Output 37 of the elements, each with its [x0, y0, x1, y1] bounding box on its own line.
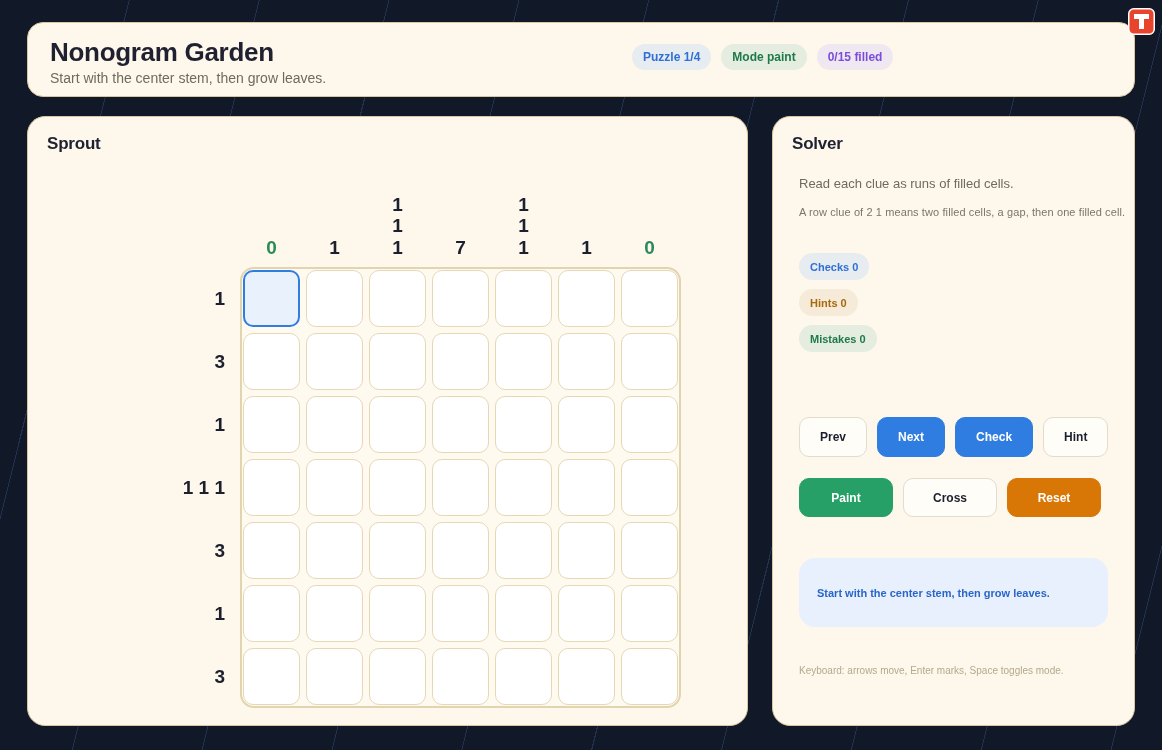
action-button[interactable]: Next	[877, 417, 946, 457]
logo-icon	[1128, 8, 1155, 35]
column-clue: 0	[266, 236, 277, 258]
row-clue: 1	[214, 287, 225, 310]
mode-button[interactable]: Paint	[799, 478, 893, 517]
column-clue: 1 1 1	[518, 193, 529, 258]
stat-badge: Mistakes 0	[799, 325, 877, 352]
column-clue: 1 1 1	[392, 193, 403, 258]
row-clue: 3	[214, 539, 225, 562]
status-badge: Puzzle 1/4	[632, 43, 712, 70]
stat-badge: Hints 0	[799, 289, 858, 316]
row-clue: 3	[214, 350, 225, 373]
app-subtitle: Start with the center stem, then grow leaves.	[50, 68, 328, 87]
reset-button[interactable]: Reset	[1007, 478, 1101, 517]
mode-button[interactable]: Cross	[903, 478, 997, 517]
column-clue: 1	[581, 236, 592, 258]
intro-text: Read each clue as runs of filled cells.	[799, 176, 1015, 192]
explanation-text: A row clue of 2 1 means two filled cells, a gap, then one filled cell.	[799, 205, 1126, 219]
hint-message: Start with the center stem, then grow leaves.	[799, 558, 1108, 627]
stat-badge: Checks 0	[799, 253, 870, 280]
row-clue: 1 1 1	[182, 476, 225, 499]
action-button[interactable]: Prev	[799, 417, 868, 457]
app-title: Nonogram Garden	[50, 36, 275, 67]
status-badge: 0/15 filled	[816, 43, 894, 70]
row-clue: 3	[214, 665, 225, 688]
row-clue: 1	[214, 413, 225, 436]
keyboard-hint: Keyboard: arrows move, Enter marks, Space toggles mode.	[799, 665, 1065, 676]
grid-cell[interactable]	[243, 270, 300, 327]
column-clue: 0	[644, 236, 655, 258]
column-clue: 1	[329, 236, 340, 258]
action-button[interactable]: Hint	[1043, 417, 1109, 457]
status-badge: Mode paint	[721, 43, 807, 70]
solver-title: Solver	[792, 134, 844, 154]
column-clue: 7	[455, 236, 466, 258]
row-clue: 1	[214, 602, 225, 625]
puzzle-title: Sprout	[47, 134, 102, 154]
action-button[interactable]: Check	[955, 417, 1034, 457]
